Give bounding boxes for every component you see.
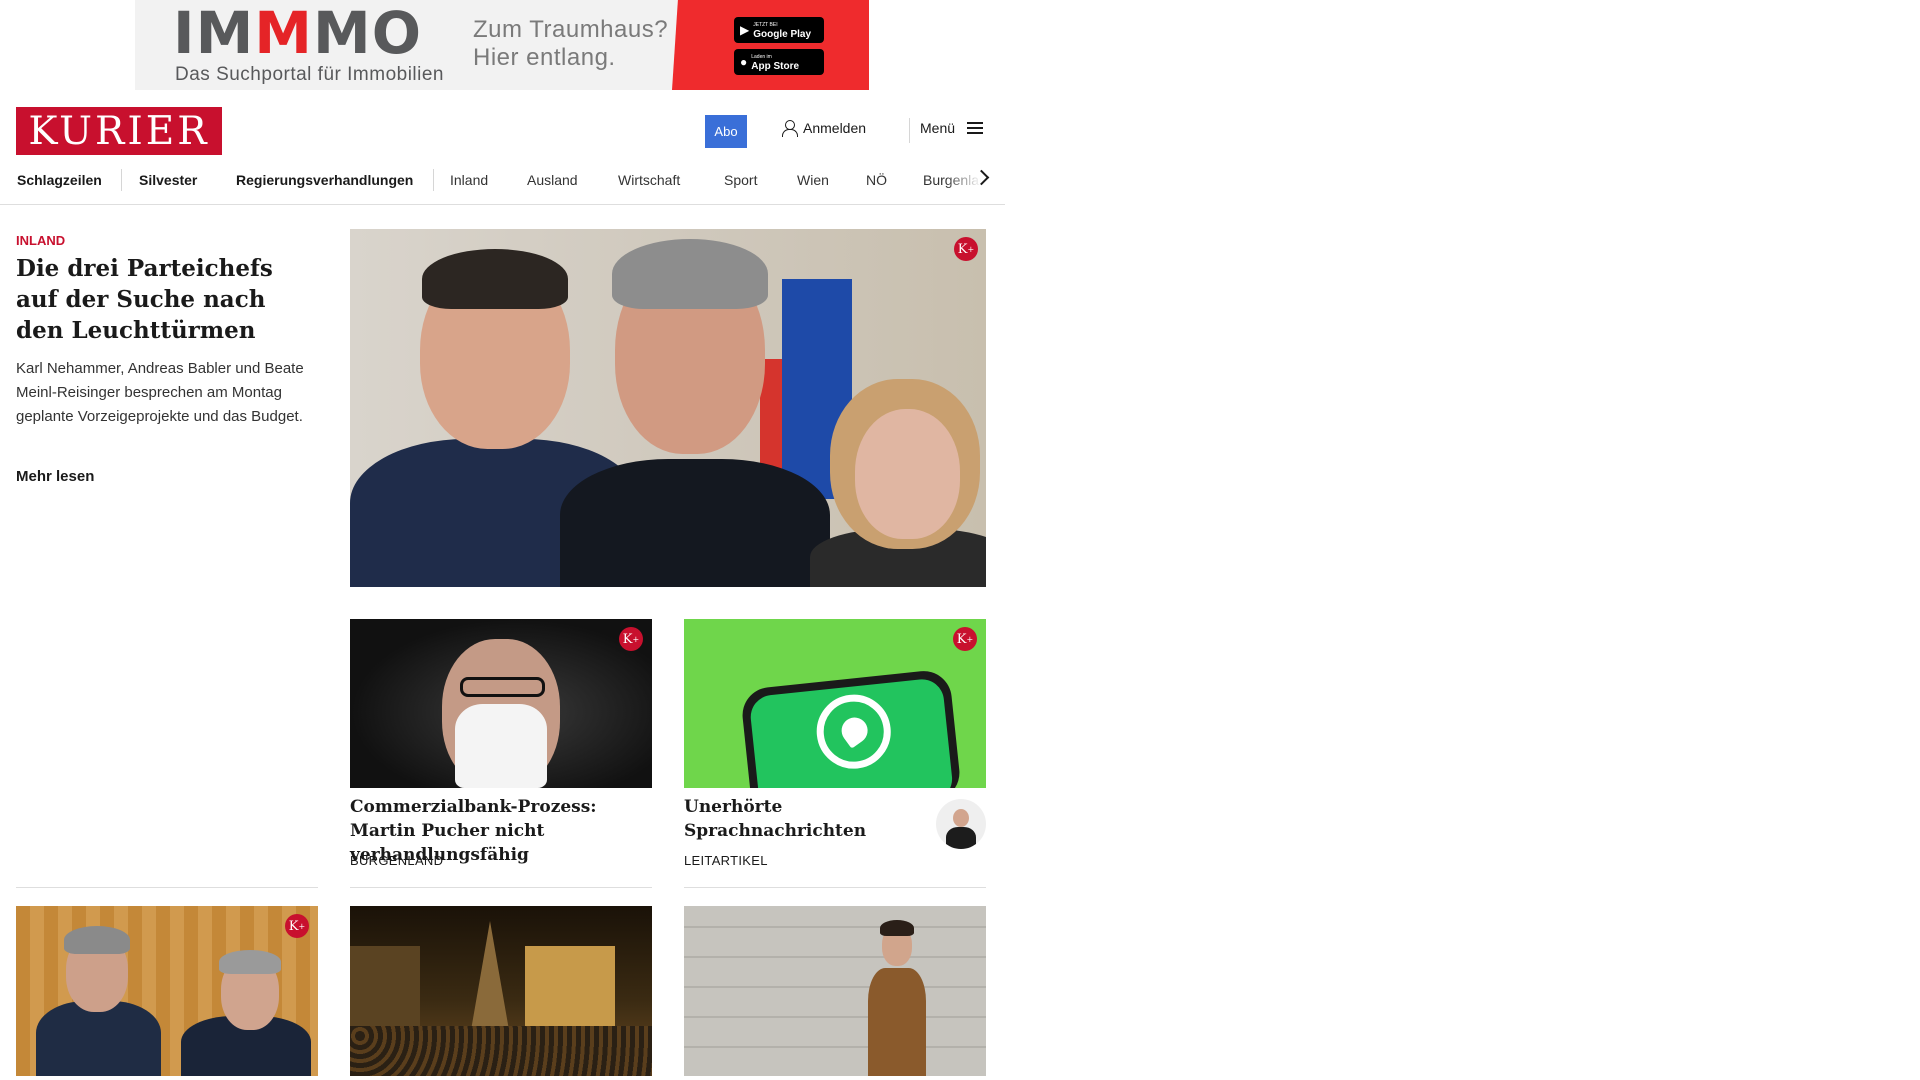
divider bbox=[16, 887, 318, 888]
building-decor bbox=[350, 946, 420, 1036]
card-image[interactable]: K + bbox=[350, 619, 652, 788]
apple-icon: ● bbox=[740, 55, 748, 69]
kplus-badge: K + bbox=[954, 237, 978, 261]
nav-item-wien[interactable]: Wien bbox=[797, 170, 829, 190]
author-avatar bbox=[936, 799, 986, 849]
menu-button[interactable]: Menü bbox=[920, 120, 984, 136]
nav-item-inland[interactable]: Inland bbox=[450, 170, 488, 190]
header-divider bbox=[909, 118, 910, 143]
ad-slogan-line: Zum Traumhaus? bbox=[473, 16, 669, 43]
mask-decor bbox=[455, 704, 547, 788]
nav-item-sport[interactable]: Sport bbox=[724, 170, 757, 190]
card-image[interactable]: K + bbox=[16, 906, 318, 1076]
card-image[interactable] bbox=[350, 906, 652, 1076]
ad-slogan-line: Hier entlang. bbox=[473, 44, 616, 71]
nav-fade bbox=[945, 165, 1005, 203]
app-store-button[interactable]: ● Laden im App Store bbox=[734, 49, 824, 75]
card-image[interactable] bbox=[684, 906, 986, 1076]
divider bbox=[350, 887, 652, 888]
person-coat bbox=[868, 968, 926, 1076]
person-hair bbox=[219, 950, 281, 974]
abo-button[interactable]: Abo bbox=[705, 115, 747, 148]
cathedral-decor bbox=[470, 921, 510, 1036]
building-decor bbox=[525, 946, 615, 1036]
section-nav: Schlagzeilen Silvester Regierungsverhand… bbox=[0, 165, 1005, 205]
google-play-button[interactable]: ▶ JETZT BEI Google Play bbox=[734, 17, 824, 43]
kplus-badge: K + bbox=[953, 627, 977, 651]
person-suit bbox=[560, 459, 830, 587]
nav-item-silvester[interactable]: Silvester bbox=[139, 170, 197, 190]
card-category[interactable]: BURGENLAND bbox=[350, 853, 443, 868]
lead-image[interactable]: K + bbox=[350, 229, 986, 587]
nav-item-regierungsverhandlungen[interactable]: Regierungsverhandlungen bbox=[236, 170, 413, 190]
lead-headline[interactable]: Die drei Parteichefs auf der Suche nach … bbox=[16, 253, 316, 346]
person-hair bbox=[880, 920, 914, 936]
glasses-decor bbox=[460, 677, 545, 697]
read-more-link[interactable]: Mehr lesen bbox=[16, 468, 94, 485]
ad-logo: IMMMO bbox=[173, 0, 423, 67]
card-category[interactable]: LEITARTIKEL bbox=[684, 853, 768, 868]
lead-teaser: Karl Nehammer, Andreas Babler und Beate … bbox=[16, 360, 304, 425]
play-icon: ▶ bbox=[740, 23, 750, 37]
login-label: Anmelden bbox=[803, 120, 867, 136]
kurier-logo[interactable]: KURIER bbox=[16, 107, 222, 155]
nav-item-ausland[interactable]: Ausland bbox=[527, 170, 578, 190]
nav-item-schlagzeilen[interactable]: Schlagzeilen bbox=[17, 170, 102, 190]
phone-screen bbox=[748, 677, 955, 788]
menu-label: Menü bbox=[920, 120, 956, 136]
user-icon bbox=[782, 120, 798, 137]
person-hair bbox=[422, 249, 568, 309]
nav-item-noe[interactable]: NÖ bbox=[866, 170, 887, 190]
phone-decor bbox=[739, 668, 963, 788]
ad-store-panel: ▶ JETZT BEI Google Play ● Laden im App Sto… bbox=[672, 0, 869, 90]
person-hair bbox=[64, 926, 130, 954]
card-image[interactable]: K + bbox=[684, 619, 986, 788]
nav-divider bbox=[121, 169, 122, 191]
advertisement-banner[interactable]: IMMMO Das Suchportal für Immobilien Zum … bbox=[135, 0, 869, 90]
card-headline[interactable]: Unerhörte Sprachnachrichten bbox=[684, 795, 924, 843]
kplus-letter: K bbox=[957, 241, 968, 257]
stone-wall-decor bbox=[684, 906, 986, 1076]
crowd-decor bbox=[350, 1026, 652, 1076]
person-head bbox=[855, 409, 960, 539]
hamburger-icon bbox=[967, 122, 984, 134]
kplus-letter: K bbox=[288, 918, 299, 934]
kplus-letter: K bbox=[622, 631, 633, 647]
ad-tagline: Das Suchportal für Immobilien bbox=[175, 64, 444, 85]
kplus-badge: K + bbox=[619, 627, 643, 651]
nav-item-wirtschaft[interactable]: Wirtschaft bbox=[618, 170, 680, 190]
person-hair bbox=[612, 239, 768, 309]
kplus-badge: K + bbox=[285, 914, 309, 938]
login-link[interactable]: Anmelden bbox=[782, 120, 867, 137]
person-suit bbox=[36, 1001, 161, 1076]
divider bbox=[684, 887, 986, 888]
whatsapp-icon bbox=[813, 690, 895, 773]
ad-slogan: Zum Traumhaus? Hier entlang. bbox=[473, 16, 668, 72]
nav-divider bbox=[433, 169, 434, 191]
kplus-letter: K bbox=[956, 631, 967, 647]
lead-kicker[interactable]: INLAND bbox=[16, 233, 65, 248]
